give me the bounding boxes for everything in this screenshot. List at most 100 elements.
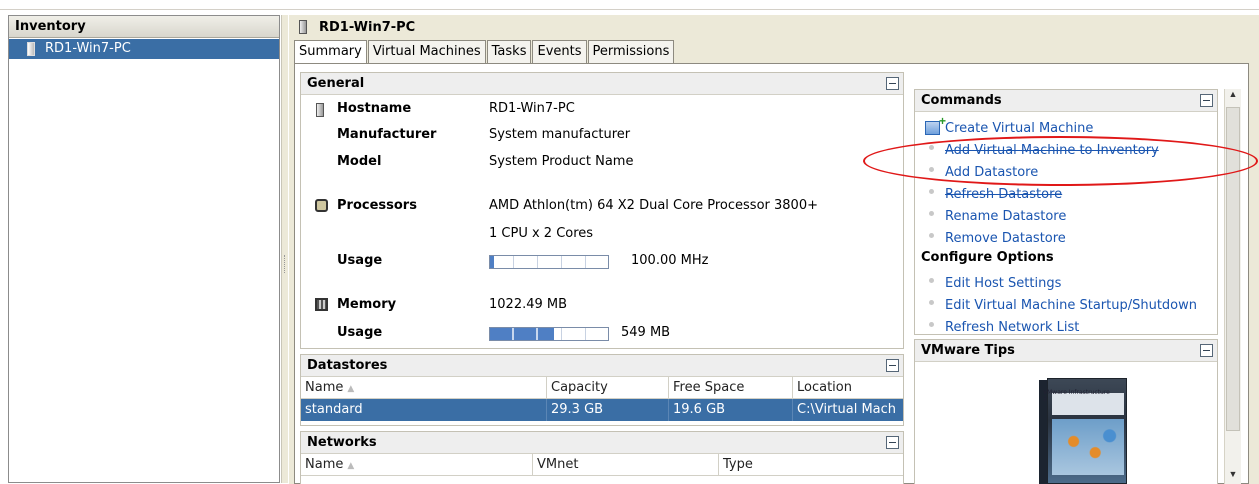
refresh-datastore-link[interactable]: Refresh Datastore: [945, 187, 1062, 202]
tab-permissions[interactable]: Permissions: [587, 40, 675, 63]
sort-icon: ▲: [347, 461, 355, 471]
bullet-icon: [929, 167, 934, 172]
processor-icon: [315, 199, 328, 216]
inventory-item-label: RD1-Win7-PC: [45, 41, 131, 56]
refresh-network-list-link[interactable]: Refresh Network List: [945, 320, 1079, 335]
datastore-location: C:\Virtual Mach: [797, 402, 897, 417]
rename-datastore-link[interactable]: Rename Datastore: [945, 209, 1066, 224]
panel-splitter[interactable]: [281, 15, 288, 483]
host-title-label: RD1-Win7-PC: [319, 20, 416, 35]
tab-tasks[interactable]: Tasks: [486, 40, 532, 63]
general-title: General: [307, 76, 365, 91]
general-panel: General Hostname RD1-Win7-PC Manufacture…: [300, 72, 904, 349]
memory-usage-value: 549 MB: [621, 325, 671, 340]
datastores-table-header: Name ▲ Capacity Free Space Location: [301, 377, 903, 399]
column-header-name[interactable]: Name ▲: [301, 454, 533, 475]
box-label: VMware Infrastructure 3: [1043, 389, 1110, 403]
bullet-icon: [929, 278, 934, 283]
datastore-capacity: 29.3 GB: [547, 399, 669, 421]
bullet-icon: [929, 233, 934, 238]
table-row[interactable]: standard 29.3 GB 19.6 GB C:\Virtual Mach: [301, 399, 903, 421]
top-strip: [0, 0, 1259, 10]
box-artwork: [1052, 419, 1124, 475]
summary-content: General Hostname RD1-Win7-PC Manufacture…: [294, 63, 1249, 484]
scroll-thumb[interactable]: [1226, 107, 1240, 431]
sort-icon: ▲: [347, 384, 355, 394]
configure-options-title: Configure Options: [921, 250, 1054, 265]
processors-value: AMD Athlon(tm) 64 X2 Dual Core Processor…: [489, 198, 818, 213]
cpu-usage-value: 100.00 MHz: [631, 253, 709, 268]
main-area: RD1-Win7-PC Summary Virtual Machines Tas…: [289, 15, 1259, 484]
column-header-vmnet[interactable]: VMnet: [533, 454, 719, 475]
manufacturer-row: Manufacturer System manufacturer: [301, 127, 901, 147]
vmware-tips-title: VMware Tips: [921, 343, 1015, 358]
collapse-icon[interactable]: [886, 436, 899, 449]
tab-virtual-machines[interactable]: Virtual Machines: [367, 40, 486, 63]
host-icon: [27, 42, 35, 56]
memory-usage-fill: [490, 328, 554, 340]
bullet-icon: [929, 211, 934, 216]
edit-host-settings-link[interactable]: Edit Host Settings: [945, 276, 1061, 291]
cpu-usage-row: Usage 100.00 MHz: [301, 253, 901, 273]
vertical-scrollbar[interactable]: ▲ ▼: [1224, 89, 1241, 484]
inventory-item-host[interactable]: RD1-Win7-PC: [9, 39, 279, 59]
vmware-tips-header: VMware Tips: [915, 340, 1217, 362]
column-header-type[interactable]: Type: [719, 454, 903, 475]
column-header-free-space[interactable]: Free Space: [669, 377, 793, 398]
datastores-panel: Datastores Name ▲ Capacity Free Space Loc…: [300, 354, 904, 426]
cpu-cores-row: 1 CPU x 2 Cores: [301, 226, 901, 246]
tab-summary[interactable]: Summary: [294, 40, 367, 64]
bullet-icon: [929, 189, 934, 194]
cpu-usage-fill: [490, 256, 494, 268]
splitter-grip: [284, 255, 286, 273]
model-row: Model System Product Name: [301, 154, 901, 174]
collapse-icon[interactable]: [1200, 344, 1213, 357]
manufacturer-value: System manufacturer: [489, 127, 631, 142]
datastores-header: Datastores: [301, 355, 903, 377]
processors-row: Processors AMD Athlon(tm) 64 X2 Dual Cor…: [301, 198, 901, 218]
bullet-icon: [929, 145, 934, 150]
model-label: Model: [337, 154, 382, 169]
tab-bar: Summary Virtual Machines Tasks Events Pe…: [294, 40, 675, 64]
inventory-panel: Inventory RD1-Win7-PC: [8, 15, 280, 483]
memory-label: Memory: [337, 297, 397, 312]
column-header-location[interactable]: Location: [793, 377, 903, 398]
column-header-name[interactable]: Name ▲: [301, 377, 547, 398]
host-icon: [316, 103, 324, 117]
add-vm-to-inventory-link[interactable]: Add Virtual Machine to Inventory: [945, 143, 1159, 158]
scroll-down-arrow-icon[interactable]: ▼: [1225, 469, 1241, 484]
cpu-cores-value: 1 CPU x 2 Cores: [489, 226, 594, 241]
networks-panel: Networks Name ▲ VMnet Type: [300, 431, 904, 484]
collapse-icon[interactable]: [886, 77, 899, 90]
memory-icon: [315, 298, 328, 315]
memory-value: 1022.49 MB: [489, 297, 568, 312]
cpu-usage-bar: [489, 255, 609, 269]
inventory-header: Inventory: [9, 16, 279, 38]
collapse-icon[interactable]: [1200, 94, 1213, 107]
hostname-row: Hostname RD1-Win7-PC: [301, 101, 901, 121]
create-vm-link[interactable]: Create Virtual Machine: [945, 121, 1093, 136]
host-icon: [299, 20, 307, 34]
datastores-title: Datastores: [307, 358, 388, 373]
remove-datastore-link[interactable]: Remove Datastore: [945, 231, 1066, 246]
hostname-label: Hostname: [337, 101, 412, 116]
collapse-icon[interactable]: [886, 359, 899, 372]
datastore-free-space: 19.6 GB: [669, 399, 793, 421]
scroll-up-arrow-icon[interactable]: ▲: [1225, 89, 1241, 105]
column-header-capacity[interactable]: Capacity: [547, 377, 669, 398]
manufacturer-label: Manufacturer: [337, 127, 437, 142]
datastore-name: standard: [301, 399, 547, 421]
processors-label: Processors: [337, 198, 417, 213]
model-value: System Product Name: [489, 154, 634, 169]
memory-usage-label: Usage: [337, 325, 383, 340]
commands-title: Commands: [921, 93, 1002, 108]
commands-panel: Commands Create Virtual Machine Add Virt…: [914, 89, 1218, 335]
bullet-icon: [929, 300, 934, 305]
edit-vm-startup-shutdown-link[interactable]: Edit Virtual Machine Startup/Shutdown: [945, 298, 1197, 313]
tab-events[interactable]: Events: [532, 40, 587, 63]
add-datastore-link[interactable]: Add Datastore: [945, 165, 1038, 180]
vmware-tips-panel: VMware Tips VMware Infrastructure 3: [914, 339, 1218, 484]
general-header: General: [301, 73, 903, 95]
cpu-usage-label: Usage: [337, 253, 383, 268]
product-box-image: VMware Infrastructure 3: [1037, 372, 1133, 484]
